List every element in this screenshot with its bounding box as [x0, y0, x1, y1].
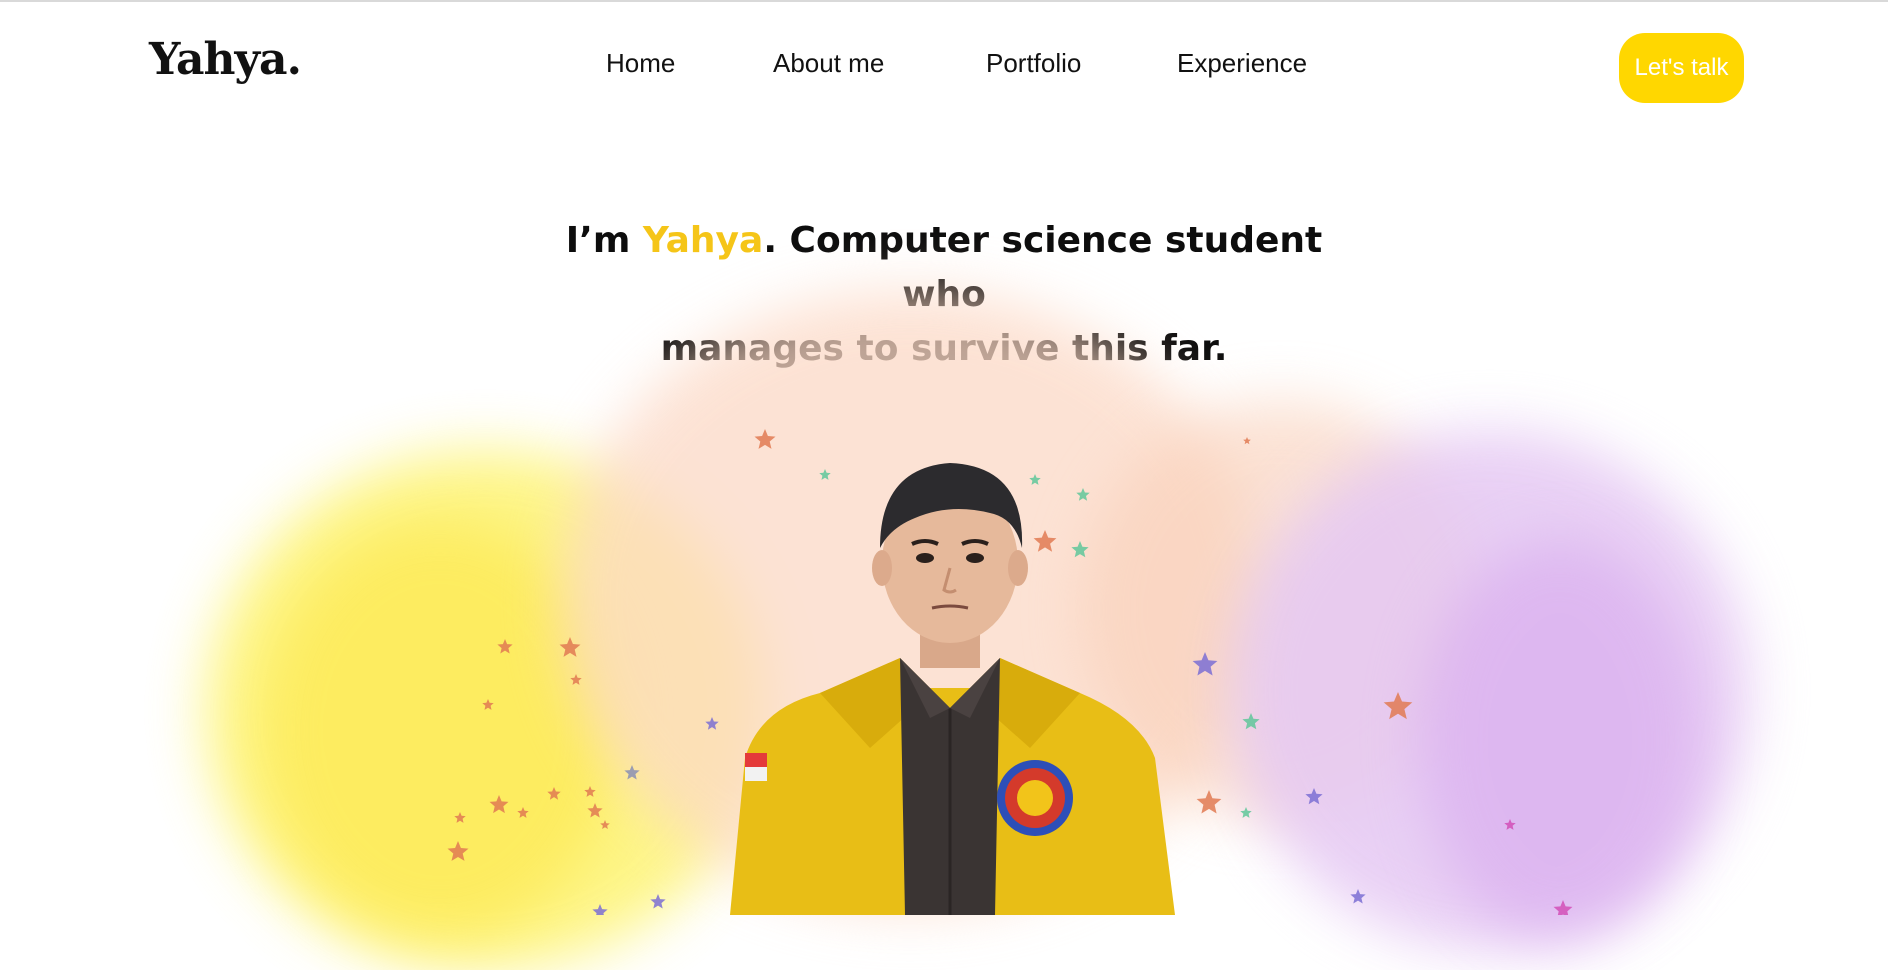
star-icon: [584, 786, 596, 797]
hero-artwork: [0, 280, 1888, 970]
star-icon: [1305, 788, 1323, 805]
nav-portfolio-link[interactable]: Portfolio: [986, 48, 1081, 79]
star-icon: [1504, 819, 1516, 830]
window-top-border: [0, 0, 1888, 2]
star-icon: [592, 904, 608, 915]
star-icon: [650, 894, 666, 909]
profile-photo: [730, 463, 1175, 915]
star-icon: [1196, 790, 1222, 814]
nav-home-link[interactable]: Home: [606, 48, 675, 79]
star-icon: [624, 765, 640, 780]
star-icon: [482, 699, 494, 710]
star-icon: [447, 841, 469, 861]
nav-about-link[interactable]: About me: [773, 48, 884, 79]
headline-name: Yahya: [642, 220, 764, 262]
lets-talk-button[interactable]: Let's talk: [1619, 33, 1744, 103]
star-icon: [497, 639, 513, 654]
star-icon: [1242, 713, 1260, 730]
star-icon: [517, 807, 529, 818]
star-icon: [1350, 889, 1366, 904]
star-icon: [547, 787, 561, 800]
star-icon: [600, 820, 610, 829]
star-icon: [1243, 437, 1251, 445]
main-nav: Home About me Portfolio Experience: [0, 48, 1888, 88]
star-icon: [559, 637, 581, 657]
headline-prefix: I’m: [565, 220, 643, 262]
star-icon: [454, 812, 466, 823]
star-icon: [1553, 900, 1573, 915]
star-icon: [1240, 807, 1252, 818]
star-icon: [1383, 692, 1413, 720]
star-icon: [570, 674, 582, 685]
star-icon: [489, 795, 509, 814]
star-icon: [587, 803, 603, 818]
nav-experience-link[interactable]: Experience: [1177, 48, 1307, 79]
